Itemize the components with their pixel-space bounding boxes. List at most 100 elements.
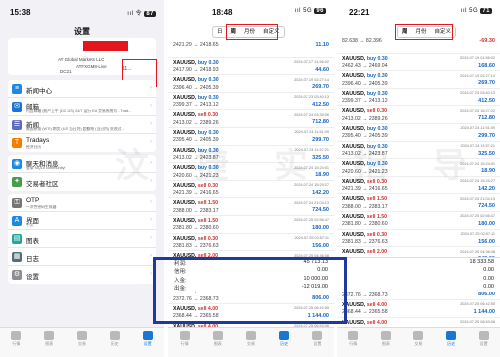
status-signal: ııl 5G 96 (294, 8, 326, 14)
tab-settings[interactable]: 设置 (304, 331, 330, 347)
trade-date: 2024.07.24 15:24:01 (460, 161, 495, 166)
summary-value: 0.00 (483, 284, 494, 291)
tab-quotes[interactable]: 行情 (3, 331, 29, 347)
trade-profit: 724.50 (312, 207, 329, 214)
trade-row[interactable]: XAUUSD, buy 0.30 2396.40 → 2405.39 2024.07… (337, 71, 500, 89)
trade-row[interactable]: XAUUSD, buy 0.30 2399.37 → 2413.12 2024.07… (337, 89, 500, 107)
trade-date: 2024.07.17 21:56:02 (294, 60, 329, 65)
page-title: 设置 (74, 27, 90, 36)
trade-symbol: XAUUSD, buy 0.30 (342, 90, 388, 97)
settings-row[interactable]: ▦ 日志 › (8, 248, 156, 266)
settings-row[interactable]: A 界面 中文 › (8, 212, 156, 230)
trade-row[interactable]: XAUUSD, sell 4.00 2368.44 → 2365.58 2024.0… (337, 300, 500, 318)
trade-row[interactable]: XAUUSD, buy 0.30 2417.90 → 2418.93 2024.07… (168, 58, 334, 76)
settings-row[interactable]: ▤ 图表 › (8, 230, 156, 248)
trade-row[interactable]: XAUUSD, buy 0.30 2420.60 → 2421.23 2024.07… (168, 163, 334, 181)
settings-row[interactable]: ◉ 聊天和消息 登录 MQL5 community! › (8, 155, 156, 173)
settings-row[interactable]: ✦ 交易者社区 › (8, 173, 156, 191)
trade-date: 2024.07.24 16:27:22 (460, 108, 495, 113)
trade-row[interactable]: XAUUSD, sell 1.50 2381.80 → 2380.60 2024.0… (168, 216, 334, 234)
trade-row[interactable]: XAUUSD, buy 0.30 2413.02 → 2423.87 2024.07… (168, 146, 334, 164)
tab-trade[interactable]: 交易 (69, 331, 95, 347)
settings-row[interactable]: ☰ 新闻 美国原油 (WTI) 期货 (US 当日内) 超额结 (当日内) 失败过.… (8, 116, 156, 134)
trade-profit: 156.00 (312, 242, 329, 249)
trade-row[interactable]: XAUUSD, sell 1.50 2388.00 → 2383.17 2024.0… (337, 194, 500, 212)
settings-row-label: 日志 (26, 256, 39, 263)
settings-icon (312, 331, 323, 340)
calendar-icon: T (12, 138, 22, 148)
trade-prices: 2421.39 → 2416.65 (342, 186, 388, 193)
tab-label: 设置 (143, 341, 152, 346)
settings-row[interactable]: ≡ 新闻中心 › (8, 80, 156, 98)
otp-icon: ⚿ (12, 198, 22, 208)
trade-profit: 299.70 (478, 132, 495, 139)
chevron-right-icon: › (150, 235, 152, 241)
trade-row[interactable]: 82.638 → 82.396 -69.30 (337, 36, 500, 54)
trade-symbol: XAUUSD, sell 1.50 (342, 213, 388, 220)
tab-history[interactable]: 历史 (102, 331, 128, 347)
trade-profit: 168.60 (478, 62, 495, 69)
tab-trade[interactable]: 交易 (405, 331, 431, 347)
tab-label: 行情 (12, 341, 21, 346)
chevron-right-icon: › (150, 199, 152, 205)
trade-row[interactable]: XAUUSD, buy 0.30 2413.02 → 2423.87 2024.07… (337, 142, 500, 160)
summary-row: 0.00 (337, 283, 500, 291)
status-bar: 22:21 ııl 5G 71 (337, 0, 500, 22)
settings-row[interactable]: ⚙ 设置 › (8, 266, 156, 284)
settings-row-label: 设置 (26, 274, 39, 281)
trade-prices: 2421.29 → 2418.65 (173, 42, 219, 48)
trade-row[interactable]: XAUUSD, sell 0.30 2413.02 → 2389.26 2024.0… (337, 106, 500, 124)
summary-row: 0.00 (337, 275, 500, 283)
account-summary: 18 333.58 0.00 0.00 0.00 (337, 257, 500, 292)
trade-symbol: XAUUSD, buy 0.30 (173, 94, 219, 101)
trade-row[interactable]: XAUUSD, buy 0.30 2396.40 → 2405.39 2024.07… (168, 75, 334, 93)
settings-row[interactable]: ⚿ OTP 一次性密码生成器 › (8, 194, 156, 212)
tab-label: 设置 (313, 341, 322, 346)
trade-date: 2024.07.23 03:40:13 (460, 91, 495, 96)
segment-tab[interactable]: 日 (213, 27, 227, 37)
trade-row[interactable]: XAUUSD, buy 0.30 2462.43 → 2469.04 2024.07… (337, 54, 500, 72)
trade-row[interactable]: XAUUSD, buy 0.30 2395.40 → 2405.39 2024.07… (168, 128, 334, 146)
tab-label: 设置 (479, 341, 488, 346)
tab-history[interactable]: 历史 (438, 331, 464, 347)
trade-row[interactable]: XAUUSD, sell 1.50 2381.80 → 2380.60 2024.0… (337, 212, 500, 230)
trade-profit: 44.60 (315, 66, 329, 73)
trade-row[interactable]: XAUUSD, buy 0.30 2420.60 → 2421.23 2024.07… (337, 159, 500, 177)
chart-icon: ▤ (12, 234, 22, 244)
tab-chart[interactable]: 图表 (205, 331, 231, 347)
trade-row[interactable]: XAUUSD, sell 0.30 2421.39 → 2416.65 2024.0… (337, 177, 500, 195)
tab-chart[interactable]: 图表 (373, 331, 399, 347)
tab-history[interactable]: 历史 (271, 331, 297, 347)
trade-prices: 2388.00 → 2383.17 (342, 203, 388, 210)
tab-label: 历史 (447, 341, 456, 346)
trade-symbol: XAUUSD, sell 0.30 (173, 182, 219, 189)
trade-profit: 712.80 (478, 115, 495, 122)
trade-profit: 142.20 (478, 185, 495, 192)
trade-row[interactable]: XAUUSD, sell 0.30 2381.83 → 2376.63 2024.0… (337, 230, 500, 248)
trade-row[interactable]: XAUUSD, sell 0.30 2413.02 → 2389.26 2024.0… (168, 110, 334, 128)
summary-value: 18 333.58 (469, 259, 494, 265)
chart-icon (212, 331, 223, 340)
trade-row[interactable]: XAUUSD, sell 1.50 2388.00 → 2383.17 2024.0… (168, 198, 334, 216)
summary-row: 0.00 (337, 266, 500, 274)
trade-row[interactable]: 2421.29 → 2418.65 11.10 (168, 40, 334, 58)
trade-row[interactable]: XAUUSD, sell 0.30 2381.83 → 2376.63 2024.0… (168, 234, 334, 252)
tab-quotes[interactable]: 行情 (172, 331, 198, 347)
tab-settings[interactable]: 设置 (471, 331, 497, 347)
tab-label: 行情 (349, 341, 358, 346)
tab-chart[interactable]: 图表 (36, 331, 62, 347)
tab-trade[interactable]: 交易 (238, 331, 264, 347)
tab-settings[interactable]: 设置 (135, 331, 161, 347)
trade-row[interactable]: XAUUSD, buy 0.30 2399.37 → 2413.12 2024.07… (168, 93, 334, 111)
settings-row[interactable]: ✉ 邮箱 内置邮箱 (账户上午 (DC US) 24/7 运行 EA 交易系统号 -… (8, 98, 156, 116)
settings-row-subtitle: 经济日历 (26, 145, 42, 149)
tab-quotes[interactable]: 行情 (340, 331, 366, 347)
trade-symbol: XAUUSD, buy 0.30 (342, 55, 388, 62)
settings-row-subtitle: 内置邮箱 (账户上午 (DC US) 24/7 运行 EA 交易系统号 - Tr… (26, 109, 132, 113)
trade-prices: 2396.40 → 2405.39 (342, 80, 388, 87)
chevron-right-icon: › (150, 271, 152, 277)
settings-row[interactable]: T Tradays 经济日历 › (8, 134, 156, 152)
trade-row[interactable]: XAUUSD, sell 0.30 2421.39 → 2416.65 2024.0… (168, 181, 334, 199)
trade-prices: 2420.60 → 2421.23 (173, 172, 219, 179)
trade-row[interactable]: XAUUSD, buy 0.30 2395.40 → 2405.39 2024.07… (337, 124, 500, 142)
